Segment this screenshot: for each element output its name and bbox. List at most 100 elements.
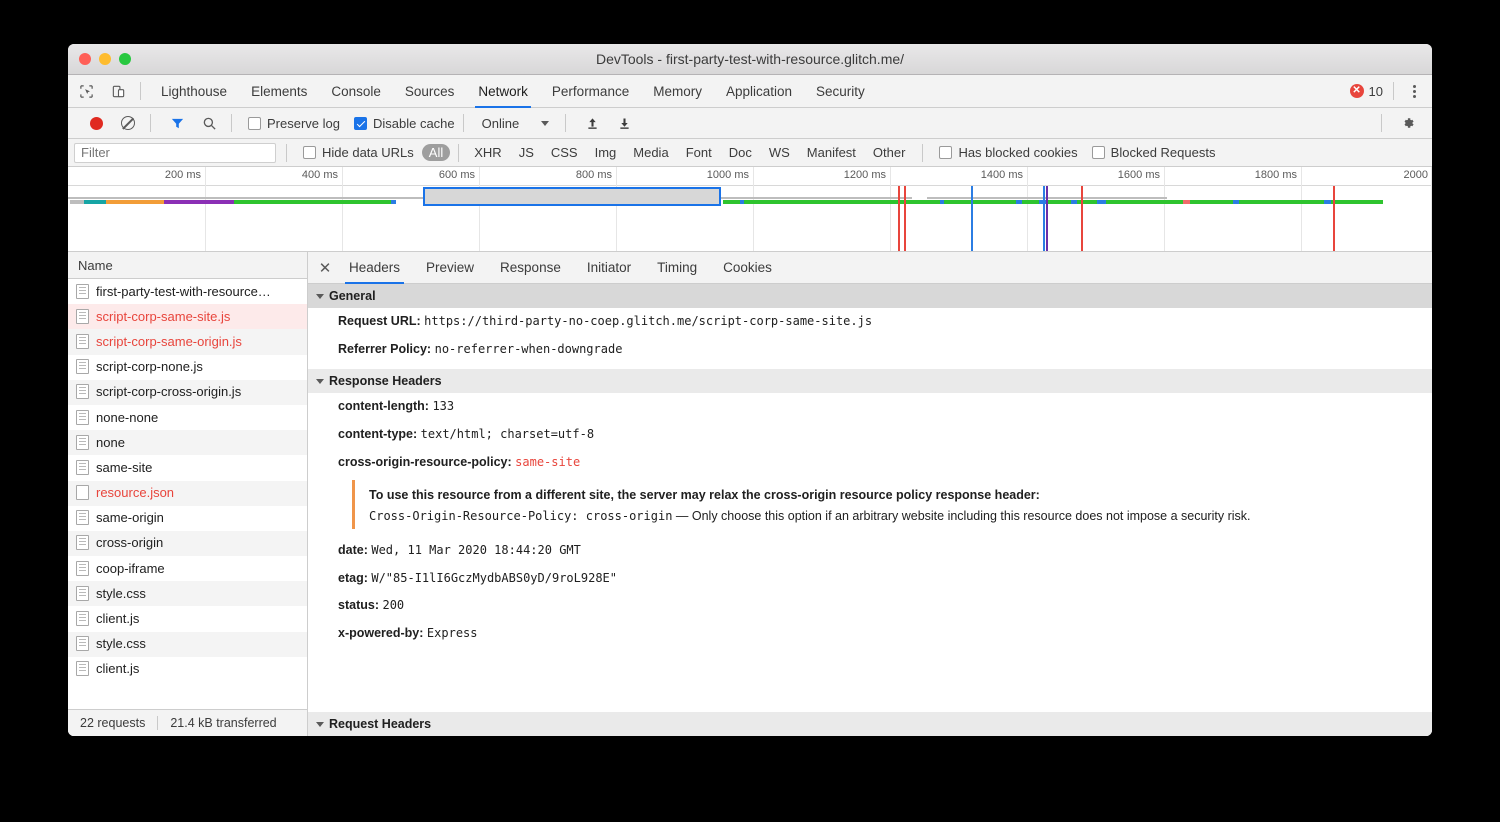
- table-row[interactable]: resource.json: [68, 481, 307, 506]
- preserve-log-label: Preserve log: [267, 116, 340, 131]
- search-icon[interactable]: [195, 110, 223, 136]
- header-row-content-length: content-length: 133: [308, 393, 1432, 421]
- table-row[interactable]: script-corp-none.js: [68, 355, 307, 380]
- table-row[interactable]: script-corp-cross-origin.js: [68, 380, 307, 405]
- tab-preview[interactable]: Preview: [413, 252, 487, 284]
- timeline-bar: [740, 200, 744, 204]
- tab-console[interactable]: Console: [319, 75, 393, 108]
- tab-initiator[interactable]: Initiator: [574, 252, 644, 284]
- network-overview-timeline[interactable]: 200 ms 400 ms 600 ms 800 ms 1000 ms 1200…: [68, 167, 1432, 252]
- timeline-bar: [940, 200, 944, 204]
- timeline-tick-label: 1000 ms: [707, 169, 753, 181]
- table-row[interactable]: script-corp-same-site.js: [68, 304, 307, 329]
- checkbox-box: [939, 146, 952, 159]
- error-count-badge[interactable]: ✕ 10: [1350, 84, 1383, 99]
- timeline-bar: [1183, 200, 1190, 204]
- disable-cache-checkbox[interactable]: Disable cache: [354, 116, 455, 131]
- tab-response[interactable]: Response: [487, 252, 574, 284]
- tab-application[interactable]: Application: [714, 75, 804, 108]
- document-icon: [76, 435, 89, 450]
- table-row[interactable]: style.css: [68, 581, 307, 606]
- filter-type-xhr[interactable]: XHR: [467, 144, 508, 161]
- tab-performance[interactable]: Performance: [540, 75, 641, 108]
- filter-input[interactable]: [74, 143, 276, 163]
- table-row[interactable]: client.js: [68, 657, 307, 682]
- tab-elements[interactable]: Elements: [239, 75, 319, 108]
- callout-explanation: — Only choose this option if an arbitrar…: [672, 509, 1250, 523]
- filter-type-ws[interactable]: WS: [762, 144, 797, 161]
- timeline-gridline: [342, 167, 343, 251]
- request-name: none: [96, 435, 125, 450]
- tab-lighthouse[interactable]: Lighthouse: [149, 75, 239, 108]
- section-header-response-headers[interactable]: Response Headers: [308, 369, 1432, 393]
- timeline-tick-label: 2000: [1404, 169, 1432, 181]
- table-row[interactable]: same-site: [68, 455, 307, 480]
- filter-type-img[interactable]: Img: [588, 144, 624, 161]
- section-header-request-headers[interactable]: Request Headers: [308, 712, 1432, 736]
- has-blocked-cookies-checkbox[interactable]: Has blocked cookies: [939, 145, 1077, 160]
- filter-type-font[interactable]: Font: [679, 144, 719, 161]
- table-row[interactable]: script-corp-same-origin.js: [68, 329, 307, 354]
- header-row-content-type: content-type: text/html; charset=utf-8: [308, 421, 1432, 449]
- timeline-tick-label: 1400 ms: [981, 169, 1027, 181]
- kebab-menu-icon[interactable]: [1404, 80, 1424, 102]
- download-arrow-icon[interactable]: [610, 110, 638, 136]
- filter-type-doc[interactable]: Doc: [722, 144, 759, 161]
- gear-icon[interactable]: [1394, 110, 1422, 136]
- filter-type-css[interactable]: CSS: [544, 144, 585, 161]
- timeline-selection-window[interactable]: [423, 187, 721, 206]
- table-row[interactable]: none-none: [68, 405, 307, 430]
- table-row[interactable]: client.js: [68, 606, 307, 631]
- filter-type-other[interactable]: Other: [866, 144, 913, 161]
- device-toggle-icon[interactable]: [104, 78, 132, 104]
- table-row[interactable]: same-origin: [68, 506, 307, 531]
- tab-cookies[interactable]: Cookies: [710, 252, 785, 284]
- request-name: client.js: [96, 661, 139, 676]
- toolbar-divider: [140, 82, 141, 100]
- table-row[interactable]: style.css: [68, 632, 307, 657]
- filter-type-all[interactable]: All: [422, 144, 450, 161]
- header-key: date:: [338, 543, 368, 557]
- blocked-requests-label: Blocked Requests: [1111, 145, 1216, 160]
- request-name: script-corp-same-site.js: [96, 309, 230, 324]
- request-list-column-header[interactable]: Name: [68, 252, 307, 279]
- timeline-bar: [1071, 200, 1077, 204]
- record-icon[interactable]: [82, 110, 110, 136]
- timeline-gridline: [205, 167, 206, 251]
- filter-type-js[interactable]: JS: [512, 144, 541, 161]
- request-name: script-corp-same-origin.js: [96, 334, 242, 349]
- tab-security[interactable]: Security: [804, 75, 877, 108]
- header-value: no-referrer-when-downgrade: [435, 342, 623, 356]
- inspect-icon[interactable]: [72, 78, 100, 104]
- tab-network[interactable]: Network: [466, 75, 540, 108]
- hide-data-urls-checkbox[interactable]: Hide data URLs: [303, 145, 414, 160]
- table-row[interactable]: none: [68, 430, 307, 455]
- callout-body: Cross-Origin-Resource-Policy: cross-orig…: [369, 509, 1382, 523]
- tab-sources[interactable]: Sources: [393, 75, 467, 108]
- chevron-down-icon: [541, 121, 549, 126]
- timeline-bar: [70, 200, 84, 204]
- document-icon: [76, 309, 89, 324]
- upload-arrow-icon[interactable]: [578, 110, 606, 136]
- timeline-event-line: [1333, 186, 1335, 251]
- section-header-general[interactable]: General: [308, 284, 1432, 308]
- header-row-etag: etag: W/"85-I1lI6GczMydbABS0yD/9roL928E": [308, 565, 1432, 593]
- blocked-requests-checkbox[interactable]: Blocked Requests: [1092, 145, 1216, 160]
- network-toolbar-right: [1373, 110, 1432, 136]
- table-row[interactable]: cross-origin: [68, 531, 307, 556]
- preserve-log-checkbox[interactable]: Preserve log: [248, 116, 340, 131]
- tab-timing[interactable]: Timing: [644, 252, 710, 284]
- tab-memory[interactable]: Memory: [641, 75, 714, 108]
- table-row[interactable]: first-party-test-with-resource…: [68, 279, 307, 304]
- filter-type-media[interactable]: Media: [626, 144, 675, 161]
- document-icon: [76, 611, 89, 626]
- throttle-select[interactable]: Online: [482, 116, 550, 131]
- tab-headers[interactable]: Headers: [336, 252, 413, 284]
- timeline-gridline: [1301, 167, 1302, 251]
- close-icon[interactable]: ✕: [314, 257, 336, 279]
- filter-type-manifest[interactable]: Manifest: [800, 144, 863, 161]
- clear-icon[interactable]: [114, 110, 142, 136]
- table-row[interactable]: coop-iframe: [68, 556, 307, 581]
- header-key: x-powered-by:: [338, 626, 423, 640]
- filter-icon[interactable]: [163, 110, 191, 136]
